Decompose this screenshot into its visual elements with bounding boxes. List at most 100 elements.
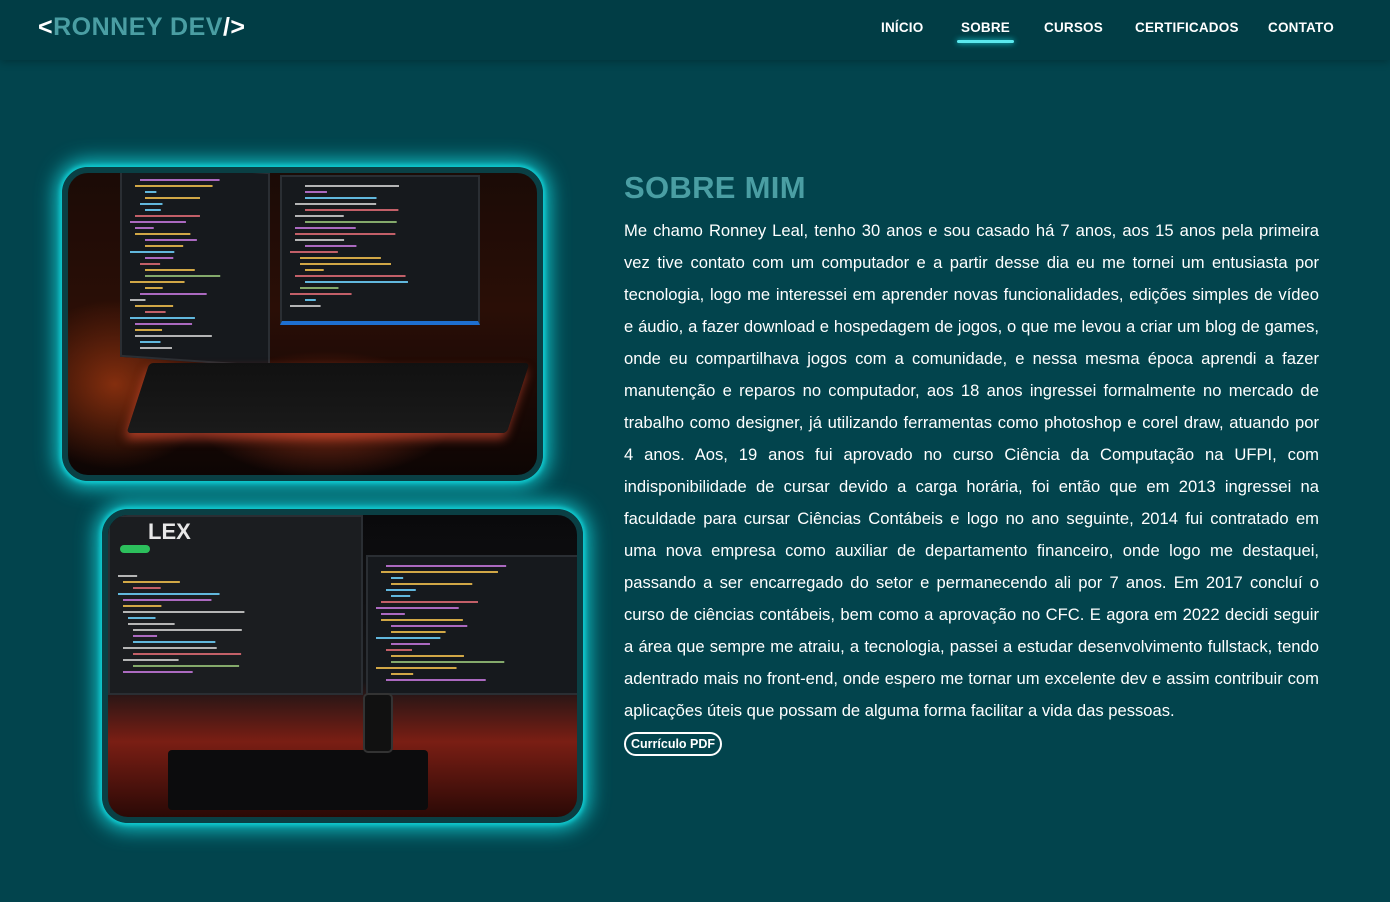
code-line	[145, 191, 157, 193]
code-line	[305, 209, 399, 211]
code-line	[295, 215, 344, 217]
code-line	[305, 185, 399, 187]
code-line	[305, 221, 397, 223]
code-line	[135, 227, 154, 229]
code-line	[295, 203, 377, 205]
code-line	[133, 587, 161, 589]
code-line	[386, 565, 507, 567]
code-line	[140, 341, 161, 343]
nav-link-inicio[interactable]: INÍCIO	[881, 20, 923, 35]
code-line	[128, 617, 156, 619]
code-line	[130, 221, 186, 223]
code-lines	[130, 179, 408, 349]
main-nav: INÍCIO SOBRE CURSOS CERTIFICADOS CONTATO	[0, 20, 1390, 44]
code-line	[145, 287, 163, 289]
code-line	[305, 269, 324, 271]
code-line	[133, 629, 242, 631]
code-line	[123, 647, 217, 649]
code-line	[295, 233, 396, 235]
code-line	[128, 623, 175, 625]
code-line	[145, 269, 195, 271]
code-line	[118, 575, 138, 577]
nav-link-certificados[interactable]: CERTIFICADOS	[1135, 20, 1239, 35]
code-line	[145, 239, 197, 241]
code-line	[140, 179, 220, 181]
code-line	[290, 305, 321, 307]
code-line	[381, 613, 405, 615]
code-line	[391, 625, 468, 627]
code-line	[305, 245, 357, 247]
code-line	[305, 197, 377, 199]
code-line	[381, 619, 463, 621]
code-line	[118, 593, 220, 595]
code-line	[290, 251, 338, 253]
about-text: Me chamo Ronney Leal, tenho 30 anos e so…	[624, 221, 1319, 720]
nav-link-cursos[interactable]: CURSOS	[1044, 20, 1103, 35]
code-line	[145, 245, 184, 247]
code-line	[135, 329, 163, 331]
code-line	[305, 191, 327, 193]
code-line	[300, 287, 339, 289]
code-line	[391, 577, 404, 579]
code-line	[145, 311, 166, 313]
code-line	[391, 673, 414, 675]
top-navbar: <RONNEY DEV/> INÍCIO SOBRE CURSOS CERTIF…	[0, 0, 1390, 60]
code-line	[133, 665, 240, 667]
code-line	[133, 635, 158, 637]
code-line	[130, 251, 175, 253]
code-line	[300, 263, 391, 265]
code-line	[386, 589, 416, 591]
setup-photo-2: LEX	[102, 509, 583, 823]
code-line	[391, 661, 505, 663]
code-line	[391, 631, 446, 633]
code-line	[135, 305, 174, 307]
about-section: SOBRE MIM Me chamo Ronney Leal, tenho 30…	[624, 170, 1319, 756]
nav-link-contato[interactable]: CONTATO	[1268, 20, 1334, 35]
nav-link-sobre[interactable]: SOBRE	[956, 20, 1015, 43]
code-line	[140, 263, 161, 265]
code-line	[140, 293, 207, 295]
code-line	[381, 601, 478, 603]
code-line	[376, 667, 457, 669]
about-title: SOBRE MIM	[624, 170, 806, 205]
code-line	[135, 185, 213, 187]
code-line	[386, 679, 486, 681]
setup-photo-1	[62, 167, 543, 481]
code-line	[386, 649, 413, 651]
code-line	[376, 607, 459, 609]
code-line	[123, 605, 162, 607]
code-line	[123, 599, 212, 601]
code-line	[381, 571, 498, 573]
code-line	[391, 643, 430, 645]
code-line	[133, 641, 216, 643]
code-line	[140, 347, 172, 349]
code-line	[145, 209, 161, 211]
code-line	[305, 299, 316, 301]
code-line	[133, 653, 242, 655]
resume-pdf-button[interactable]: Currículo PDF	[624, 732, 723, 756]
code-line	[123, 659, 179, 661]
code-line	[295, 239, 345, 241]
code-line	[135, 215, 200, 217]
code-line	[130, 317, 195, 319]
code-line	[376, 637, 441, 639]
code-line	[391, 595, 411, 597]
code-line	[123, 611, 245, 613]
code-line	[140, 203, 163, 205]
code-line	[290, 293, 352, 295]
code-line	[295, 275, 406, 277]
code-line	[130, 281, 185, 283]
code-line	[135, 323, 193, 325]
code-line	[135, 335, 212, 337]
code-line	[145, 197, 201, 199]
code-line	[135, 233, 191, 235]
code-line	[305, 281, 408, 283]
code-line	[145, 257, 174, 259]
code-line	[295, 227, 356, 229]
code-line	[123, 581, 180, 583]
code-line	[300, 257, 381, 259]
code-line	[130, 299, 146, 301]
code-line	[123, 671, 193, 673]
code-lines-2	[118, 565, 507, 681]
code-line	[145, 275, 221, 277]
